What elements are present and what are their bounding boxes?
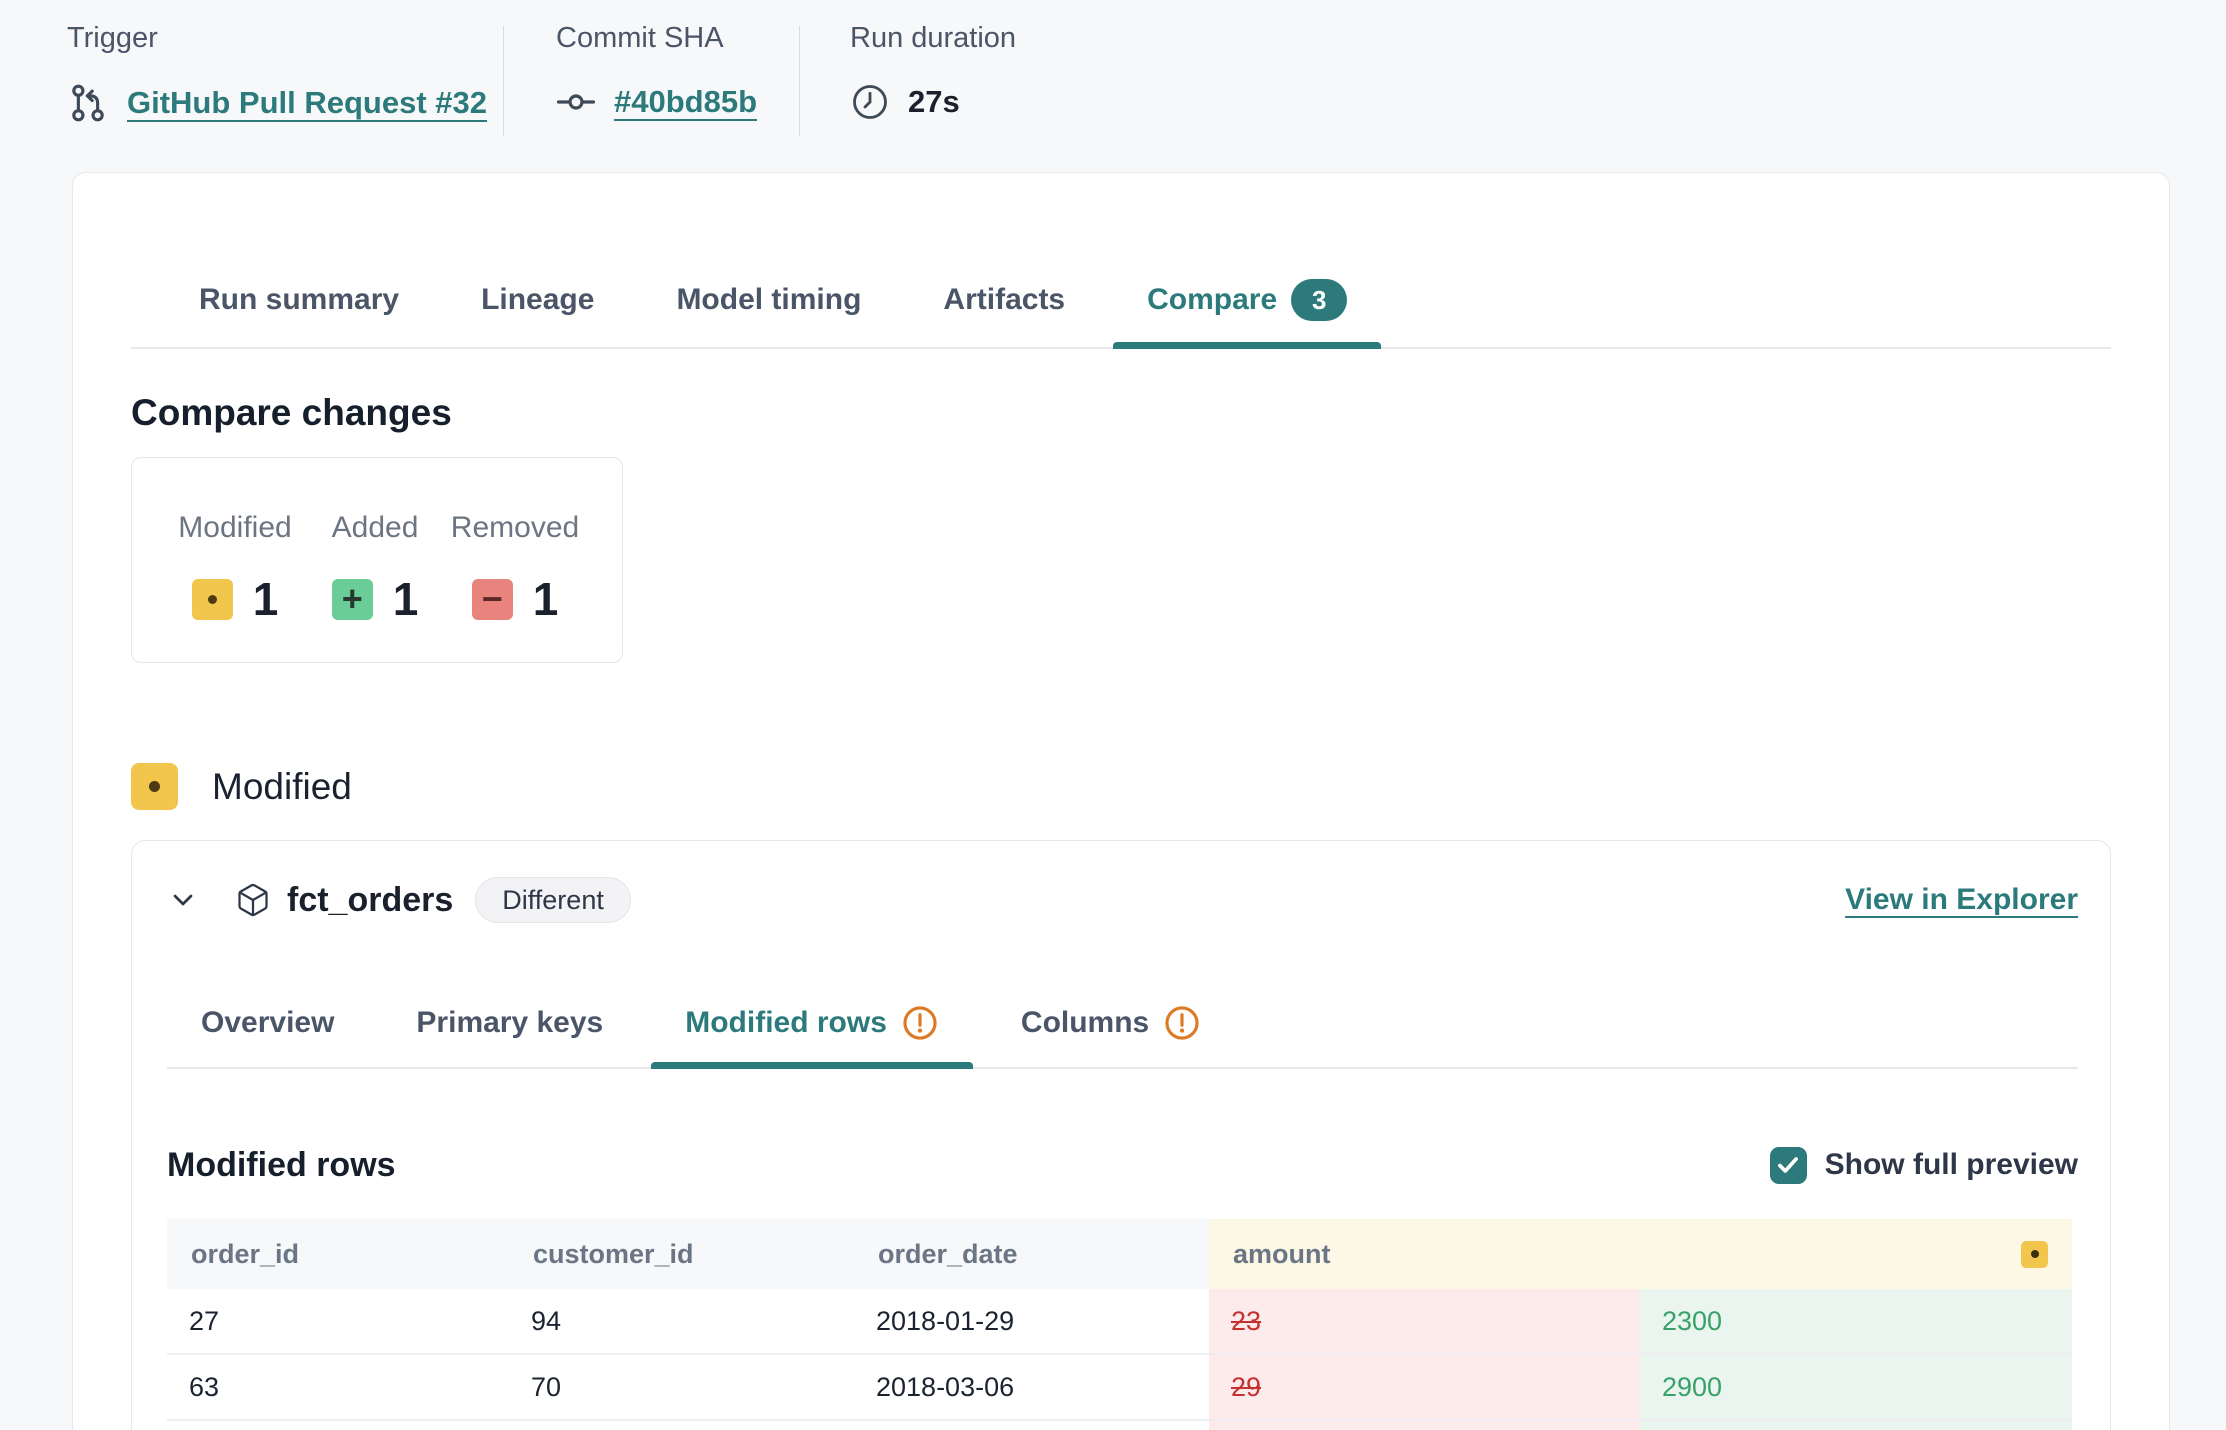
table-row-partial (167, 1421, 2072, 1430)
run-detail-card: Run summary Lineage Model timing Artifac… (72, 172, 2170, 1430)
removed-icon: − (472, 579, 513, 620)
modified-label: Modified (178, 510, 291, 546)
added-icon: + (332, 579, 373, 620)
compare-summary-card: Modified 1 Added + 1 Removed − 1 (131, 457, 623, 663)
run-duration-value: 27s (908, 84, 960, 120)
added-label: Added (332, 510, 419, 546)
modified-icon (192, 579, 233, 620)
checkbox-checked-icon (1770, 1147, 1807, 1184)
cell-order-date: 2018-03-06 (854, 1355, 1209, 1421)
column-header-order-id: order_id (167, 1219, 509, 1289)
model-card-fct-orders: fct_orders Different View in Explorer Ov… (131, 840, 2111, 1430)
show-full-preview-label: Show full preview (1825, 1148, 2078, 1182)
tab-model-timing[interactable]: Model timing (642, 279, 895, 347)
trigger-link[interactable]: GitHub Pull Request #32 (127, 85, 487, 121)
stat-run-duration: Run duration 27s (800, 20, 1016, 160)
removed-count: 1 (533, 572, 559, 626)
tab-lineage[interactable]: Lineage (447, 279, 628, 347)
tab-primary-keys[interactable]: Primary keys (382, 1003, 637, 1067)
modified-group-title: Modified (212, 766, 352, 808)
column-header-order-date: order_date (854, 1219, 1209, 1289)
modified-rows-header: Modified rows Show full preview (167, 1141, 2078, 1189)
clock-icon (850, 82, 890, 122)
compare-changes-title: Compare changes (131, 389, 2111, 437)
cell-amount-old: 29 (1209, 1355, 1640, 1421)
added-count: 1 (393, 572, 419, 626)
summary-modified: Modified 1 (165, 510, 305, 662)
compare-count-badge: 3 (1291, 279, 1347, 321)
removed-label: Removed (451, 510, 579, 546)
show-full-preview-toggle[interactable]: Show full preview (1770, 1147, 2078, 1184)
model-header-row: fct_orders Different View in Explorer (167, 877, 2078, 923)
model-name: fct_orders (287, 881, 453, 920)
trigger-label: Trigger (67, 20, 503, 56)
cell-customer-id: 70 (509, 1355, 854, 1421)
cell-order-date: 2018-01-29 (854, 1289, 1209, 1355)
cell-order-id: 27 (167, 1289, 509, 1355)
modified-group-heading: Modified (131, 763, 2111, 810)
stat-commit-sha: Commit SHA #40bd85b (504, 20, 799, 160)
tab-artifacts[interactable]: Artifacts (909, 279, 1099, 347)
commit-sha-link[interactable]: #40bd85b (614, 84, 757, 120)
model-status-badge: Different (475, 877, 631, 923)
tab-overview[interactable]: Overview (167, 1003, 368, 1067)
modified-rows-title: Modified rows (167, 1141, 396, 1189)
table-header-row: order_id customer_id order_date amount (167, 1219, 2072, 1289)
stat-trigger: Trigger GitHub Pull Request #32 (67, 20, 503, 160)
pull-request-icon (67, 82, 109, 124)
tab-columns[interactable]: Columns (987, 1003, 1235, 1067)
column-header-customer-id: customer_id (509, 1219, 854, 1289)
page: Trigger GitHub Pull Request #32 Commit S… (0, 0, 2226, 1430)
modified-count: 1 (253, 572, 279, 626)
warning-icon (1163, 1004, 1201, 1042)
tab-compare[interactable]: Compare 3 (1113, 279, 1381, 347)
cell-amount-new: 2300 (1640, 1289, 2072, 1355)
summary-added: Added + 1 (305, 510, 445, 662)
model-tabs: Overview Primary keys Modified rows Colu… (167, 993, 2078, 1069)
tab-modified-rows[interactable]: Modified rows (651, 1003, 973, 1067)
cell-order-id: 63 (167, 1355, 509, 1421)
main-tabs: Run summary Lineage Model timing Artifac… (131, 279, 2111, 349)
warning-icon (901, 1004, 939, 1042)
column-header-amount: amount (1209, 1219, 2072, 1289)
table-row: 27 94 2018-01-29 23 2300 (167, 1289, 2072, 1355)
cell-customer-id: 94 (509, 1289, 854, 1355)
run-header: Trigger GitHub Pull Request #32 Commit S… (0, 0, 2226, 160)
tab-run-summary[interactable]: Run summary (165, 279, 433, 347)
cell-amount-old: 23 (1209, 1289, 1640, 1355)
run-duration-label: Run duration (850, 20, 1016, 56)
model-cube-icon (235, 882, 271, 918)
modified-column-icon (2021, 1241, 2048, 1268)
commit-icon (556, 82, 596, 122)
cell-amount-new: 2900 (1640, 1355, 2072, 1421)
modified-rows-table: order_id customer_id order_date amount 2… (167, 1219, 2072, 1430)
table-row: 63 70 2018-03-06 29 2900 (167, 1355, 2072, 1421)
commit-sha-label: Commit SHA (556, 20, 799, 56)
chevron-down-icon[interactable] (167, 884, 199, 916)
modified-icon (131, 763, 178, 810)
view-in-explorer-link[interactable]: View in Explorer (1845, 883, 2078, 917)
summary-removed: Removed − 1 (445, 510, 585, 662)
